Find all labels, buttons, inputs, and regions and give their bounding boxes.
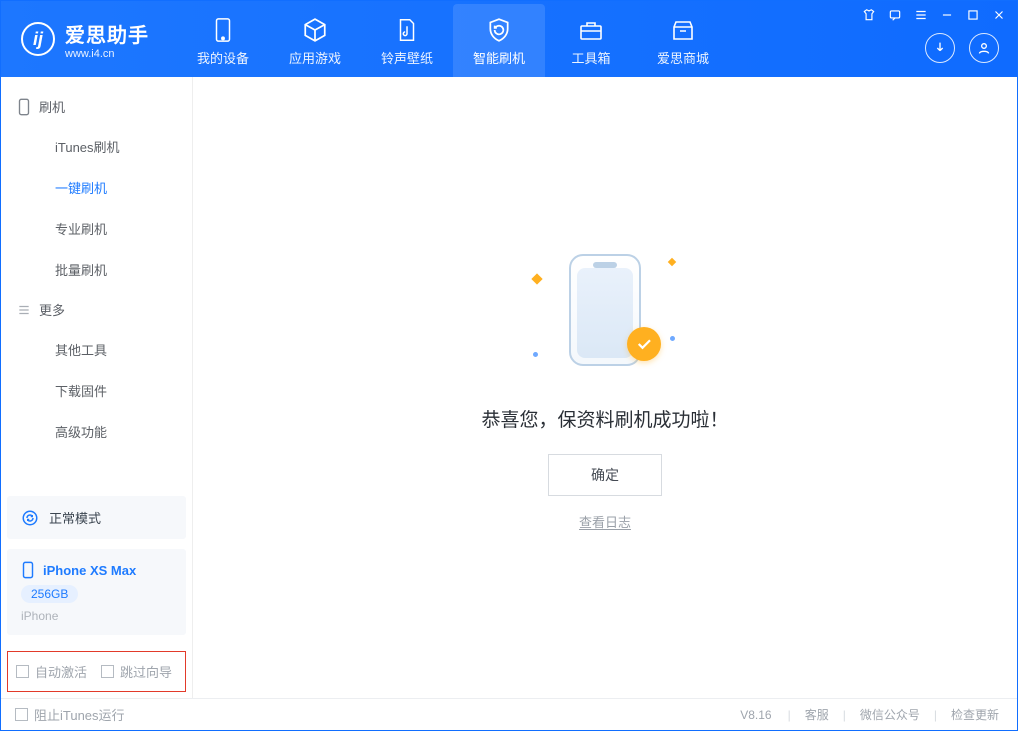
nav-label: 铃声壁纸 <box>381 48 433 67</box>
sidebar-item-batch-flash[interactable]: 批量刷机 <box>1 249 192 290</box>
sidebar-group-flash: 刷机 <box>1 87 192 126</box>
checkbox-label: 自动激活 <box>35 662 87 681</box>
list-icon <box>17 303 31 317</box>
sync-icon <box>21 509 39 527</box>
header-action-icons <box>925 33 999 63</box>
footer-link-support[interactable]: 客服 <box>801 706 833 723</box>
logo-icon: ij <box>21 22 55 56</box>
download-button[interactable] <box>925 33 955 63</box>
success-message: 恭喜您，保资料刷机成功啦！ <box>481 405 728 432</box>
nav-label: 智能刷机 <box>473 48 525 67</box>
logo-block: ij 爱思助手 www.i4.cn <box>1 1 177 77</box>
nav-apps-games[interactable]: 应用游戏 <box>269 4 361 77</box>
sidebar-group-more: 更多 <box>1 290 192 329</box>
checkbox-icon <box>101 665 114 678</box>
minimize-icon[interactable] <box>939 7 955 23</box>
nav-ringtones[interactable]: 铃声壁纸 <box>361 4 453 77</box>
checkbox-label: 阻止iTunes运行 <box>34 705 125 724</box>
body-area: 刷机 iTunes刷机 一键刷机 专业刷机 批量刷机 更多 其他工具 下载固件 … <box>1 77 1017 698</box>
checkbox-icon <box>16 665 29 678</box>
phone-icon <box>213 16 233 44</box>
sparkle-icon <box>668 257 676 265</box>
nav-toolbox[interactable]: 工具箱 <box>545 4 637 77</box>
options-highlight-box: 自动激活 跳过向导 <box>7 651 186 692</box>
footer-link-update[interactable]: 检查更新 <box>947 706 1003 723</box>
sidebar-group-label: 更多 <box>39 300 65 319</box>
checkbox-skip-guide[interactable]: 跳过向导 <box>101 662 172 681</box>
sidebar: 刷机 iTunes刷机 一键刷机 专业刷机 批量刷机 更多 其他工具 下载固件 … <box>1 77 193 698</box>
app-window: ij 爱思助手 www.i4.cn 我的设备 应用游戏 铃声壁纸 智能刷机 <box>0 0 1018 731</box>
maximize-icon[interactable] <box>965 7 981 23</box>
nav-store[interactable]: 爱思商城 <box>637 4 729 77</box>
checkbox-label: 跳过向导 <box>120 662 172 681</box>
separator: | <box>934 708 937 722</box>
ok-button[interactable]: 确定 <box>548 454 662 496</box>
cube-icon <box>302 16 328 44</box>
menu-icon[interactable] <box>913 7 929 23</box>
phone-outline-icon <box>17 98 31 116</box>
feedback-icon[interactable] <box>887 7 903 23</box>
logo-text: 爱思助手 www.i4.cn <box>65 19 149 60</box>
toolbox-icon <box>578 16 604 44</box>
sidebar-item-itunes-flash[interactable]: iTunes刷机 <box>1 126 192 167</box>
user-button[interactable] <box>969 33 999 63</box>
device-capacity: 256GB <box>21 585 78 603</box>
checkbox-auto-activate[interactable]: 自动激活 <box>16 662 87 681</box>
checkbox-icon <box>15 708 28 721</box>
sidebar-item-advanced[interactable]: 高级功能 <box>1 411 192 452</box>
sidebar-group-label: 刷机 <box>39 97 65 116</box>
dot-icon <box>532 350 539 357</box>
status-label: 正常模式 <box>49 508 101 527</box>
footer-link-wechat[interactable]: 微信公众号 <box>856 706 924 723</box>
main-content: 恭喜您，保资料刷机成功啦！ 确定 查看日志 <box>193 77 1017 698</box>
separator: | <box>843 708 846 722</box>
view-log-link[interactable]: 查看日志 <box>579 512 631 531</box>
separator: | <box>788 708 791 722</box>
check-badge-icon <box>627 327 661 361</box>
sidebar-item-pro-flash[interactable]: 专业刷机 <box>1 208 192 249</box>
sidebar-scroll: 刷机 iTunes刷机 一键刷机 专业刷机 批量刷机 更多 其他工具 下载固件 … <box>1 77 192 486</box>
device-name: iPhone XS Max <box>43 563 136 578</box>
music-file-icon <box>395 16 419 44</box>
main-nav: 我的设备 应用游戏 铃声壁纸 智能刷机 工具箱 爱思商城 <box>177 1 729 77</box>
checkbox-block-itunes[interactable]: 阻止iTunes运行 <box>15 705 125 724</box>
close-icon[interactable] <box>991 7 1007 23</box>
sidebar-item-other-tools[interactable]: 其他工具 <box>1 329 192 370</box>
device-status[interactable]: 正常模式 <box>7 496 186 539</box>
tshirt-icon[interactable] <box>861 7 877 23</box>
dot-icon <box>669 334 676 341</box>
nav-label: 我的设备 <box>197 48 249 67</box>
version-label: V8.16 <box>740 708 771 722</box>
device-card[interactable]: iPhone XS Max 256GB iPhone <box>7 549 186 635</box>
sidebar-item-oneclick-flash[interactable]: 一键刷机 <box>1 167 192 208</box>
nav-smart-flash[interactable]: 智能刷机 <box>453 4 545 77</box>
device-phone-icon <box>21 561 35 579</box>
nav-label: 爱思商城 <box>657 48 709 67</box>
nav-my-device[interactable]: 我的设备 <box>177 4 269 77</box>
device-type: iPhone <box>21 609 172 623</box>
sparkle-icon <box>531 273 542 284</box>
nav-label: 工具箱 <box>571 48 610 67</box>
app-name: 爱思助手 <box>65 19 149 48</box>
refresh-shield-icon <box>486 16 512 44</box>
nav-label: 应用游戏 <box>289 48 341 67</box>
store-icon <box>670 16 696 44</box>
success-illustration <box>515 245 695 375</box>
footer: 阻止iTunes运行 V8.16 | 客服 | 微信公众号 | 检查更新 <box>1 698 1017 730</box>
app-url: www.i4.cn <box>65 48 149 60</box>
sidebar-item-download-fw[interactable]: 下载固件 <box>1 370 192 411</box>
titlebar-controls <box>861 7 1007 23</box>
header: ij 爱思助手 www.i4.cn 我的设备 应用游戏 铃声壁纸 智能刷机 <box>1 1 1017 77</box>
